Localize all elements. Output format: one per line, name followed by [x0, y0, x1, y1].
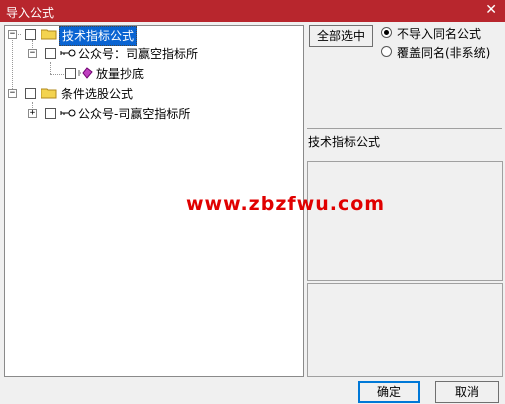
radio-no-import-label[interactable]: 不导入同名公式: [397, 25, 481, 42]
tree-label-child2[interactable]: 公众号-司赢空指标所: [78, 105, 190, 123]
formula-icon: [78, 67, 93, 79]
cancel-button[interactable]: 取消: [435, 381, 499, 403]
radio-overwrite[interactable]: [381, 46, 392, 57]
tree-node-leaf[interactable]: 放量抄底: [5, 65, 301, 83]
checkbox[interactable]: [25, 29, 36, 40]
collapse-icon[interactable]: −: [28, 49, 37, 58]
collapse-icon[interactable]: −: [8, 30, 17, 39]
folder-icon: [41, 88, 57, 99]
select-all-button[interactable]: 全部选中: [309, 25, 373, 47]
radio-no-import[interactable]: [381, 27, 392, 38]
tree-label-child1[interactable]: 公众号：司赢空指标所: [78, 45, 198, 63]
title-bar: 导入公式 ✕: [0, 0, 505, 22]
radio-overwrite-label[interactable]: 覆盖同名(非系统): [397, 44, 490, 61]
tree-label-leaf[interactable]: 放量抄底: [96, 65, 144, 83]
checkbox[interactable]: [45, 48, 56, 59]
close-icon[interactable]: ✕: [485, 2, 497, 18]
checkbox[interactable]: [25, 88, 36, 99]
tree-node-child1[interactable]: − 公众号：司赢空指标所: [5, 45, 301, 63]
watermark-text: www.zbzfwu.com: [186, 193, 386, 215]
info-panel-top: [307, 161, 503, 281]
category-label: 技术指标公式: [308, 135, 381, 149]
key-icon: [60, 109, 76, 117]
tree-node-condition[interactable]: − 条件选股公式: [5, 85, 301, 103]
tree-label-condition[interactable]: 条件选股公式: [61, 85, 133, 103]
folder-icon: [41, 29, 57, 40]
ok-button[interactable]: 确定: [358, 381, 420, 403]
collapse-icon[interactable]: −: [8, 89, 17, 98]
checkbox[interactable]: [45, 108, 56, 119]
info-panel-bottom: [307, 283, 503, 377]
checkbox[interactable]: [65, 68, 76, 79]
tree-label-technical[interactable]: 技术指标公式: [59, 26, 138, 46]
window-title: 导入公式: [6, 6, 55, 20]
category-panel: 技术指标公式: [307, 128, 502, 159]
key-icon: [60, 49, 76, 57]
tree-node-technical[interactable]: − 技术指标公式: [5, 26, 301, 46]
expand-icon[interactable]: +: [28, 109, 37, 118]
tree-node-child2[interactable]: + 公众号-司赢空指标所: [5, 105, 301, 123]
